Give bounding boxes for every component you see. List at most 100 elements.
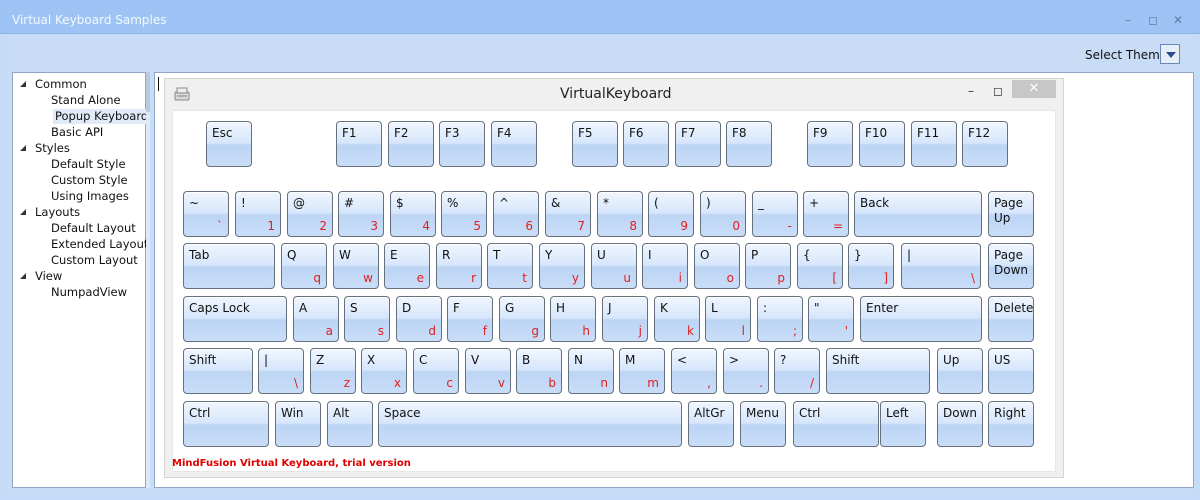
key[interactable]: Shift <box>183 348 253 394</box>
key[interactable]: :; <box>757 296 803 342</box>
tree-group-node[interactable]: Common <box>19 77 87 92</box>
key[interactable]: F2 <box>388 121 434 167</box>
key[interactable]: " ' <box>808 296 854 342</box>
key[interactable]: Page Down <box>988 243 1034 289</box>
close-button[interactable]: ✕ <box>1170 12 1186 28</box>
key[interactable]: F9 <box>807 121 853 167</box>
key[interactable]: Alt <box>327 401 373 447</box>
tree-leaf-node[interactable]: Custom Style <box>51 173 128 188</box>
key[interactable]: US <box>988 348 1034 394</box>
key[interactable]: Yy <box>539 243 585 289</box>
key[interactable]: Nn <box>568 348 614 394</box>
key[interactable]: Ww <box>333 243 379 289</box>
tree-expanded-icon[interactable] <box>19 272 27 280</box>
tree-expanded-icon[interactable] <box>19 144 27 152</box>
key[interactable]: Ctrl <box>793 401 879 447</box>
key[interactable]: Pp <box>745 243 791 289</box>
key[interactable]: Uu <box>591 243 637 289</box>
key[interactable]: Tab <box>183 243 275 289</box>
key[interactable]: Ff <box>447 296 493 342</box>
key[interactable]: ! 1 <box>235 191 281 237</box>
key[interactable]: Kk <box>654 296 700 342</box>
tree-leaf-node[interactable]: Custom Layout <box>51 253 138 268</box>
key[interactable]: Ii <box>642 243 688 289</box>
tree-group-node[interactable]: View <box>19 269 62 284</box>
key[interactable]: Xx <box>361 348 407 394</box>
tree-scrollbar[interactable] <box>146 72 150 488</box>
tree-group-node[interactable]: Styles <box>19 141 70 156</box>
key[interactable]: Vv <box>465 348 511 394</box>
tree-leaf-node[interactable]: Stand Alone <box>51 93 121 108</box>
key[interactable]: Shift <box>826 348 930 394</box>
key[interactable]: Ll <box>705 296 751 342</box>
key[interactable]: F11 <box>911 121 957 167</box>
key[interactable]: * 8 <box>597 191 643 237</box>
key[interactable]: Ctrl <box>183 401 269 447</box>
tree-leaf-node[interactable]: Default Layout <box>51 221 136 236</box>
key[interactable]: }] <box>848 243 894 289</box>
key[interactable]: Gg <box>499 296 545 342</box>
tree-leaf-node[interactable]: Extended Layout <box>51 237 148 252</box>
key[interactable]: F8 <box>726 121 772 167</box>
key[interactable]: ^ 6 <box>493 191 539 237</box>
key[interactable]: Hh <box>550 296 596 342</box>
key[interactable]: Cc <box>413 348 459 394</box>
key[interactable]: | \ <box>901 243 981 289</box>
tree-leaf-node[interactable]: Default Style <box>51 157 126 172</box>
key[interactable]: Ee <box>384 243 430 289</box>
select-theme-dropdown-button[interactable] <box>1160 44 1180 64</box>
key[interactable]: ) 0 <box>700 191 746 237</box>
tree-group-node[interactable]: Layouts <box>19 205 80 220</box>
key[interactable]: Bb <box>516 348 562 394</box>
key[interactable]: Enter <box>860 296 982 342</box>
key[interactable]: F12 <box>962 121 1008 167</box>
key[interactable]: Space <box>378 401 682 447</box>
key[interactable]: Tt <box>487 243 533 289</box>
key[interactable]: {[ <box>797 243 843 289</box>
key[interactable]: | \ <box>258 348 304 394</box>
key[interactable]: AltGr <box>688 401 734 447</box>
minimize-button[interactable]: – <box>1120 12 1136 28</box>
key[interactable]: (9 <box>648 191 694 237</box>
key[interactable]: F3 <box>439 121 485 167</box>
key[interactable]: Qq <box>281 243 327 289</box>
key[interactable]: >. <box>723 348 769 394</box>
key[interactable]: F7 <box>675 121 721 167</box>
key[interactable]: F10 <box>859 121 905 167</box>
key[interactable]: F1 <box>336 121 382 167</box>
key[interactable]: Caps Lock <box>183 296 287 342</box>
keyboard-minimize-button[interactable]: – <box>964 82 978 100</box>
key[interactable]: Ss <box>344 296 390 342</box>
key[interactable]: Mm <box>619 348 665 394</box>
key[interactable]: <, <box>671 348 717 394</box>
key[interactable]: Oo <box>694 243 740 289</box>
tree-leaf-node[interactable]: NumpadView <box>51 285 127 300</box>
key[interactable]: % 5 <box>441 191 487 237</box>
key[interactable]: Aa <box>293 296 339 342</box>
key[interactable]: F5 <box>572 121 618 167</box>
key[interactable]: + = <box>803 191 849 237</box>
key[interactable]: Down <box>937 401 983 447</box>
key[interactable]: & 7 <box>545 191 591 237</box>
key[interactable]: F4 <box>491 121 537 167</box>
key[interactable]: ~ ` <box>183 191 229 237</box>
key[interactable]: Back <box>854 191 982 237</box>
keyboard-close-button[interactable]: ✕ <box>1012 80 1056 98</box>
key[interactable]: Dd <box>396 296 442 342</box>
keyboard-maximize-button[interactable]: ◻ <box>990 82 1006 100</box>
tree-expanded-icon[interactable] <box>19 80 27 88</box>
key[interactable]: @2 <box>287 191 333 237</box>
tree-expanded-icon[interactable] <box>19 208 27 216</box>
key[interactable]: Left <box>880 401 926 447</box>
scrollbar-thumb[interactable] <box>146 72 150 112</box>
tree-leaf-node[interactable]: Using Images <box>51 189 129 204</box>
key[interactable]: Page Up <box>988 191 1034 237</box>
key[interactable]: Rr <box>436 243 482 289</box>
key[interactable]: Right <box>988 401 1034 447</box>
key[interactable]: $4 <box>390 191 436 237</box>
key[interactable]: _ - <box>752 191 798 237</box>
tree-leaf-node[interactable]: Popup Keyboard <box>53 109 151 124</box>
key[interactable]: Esc <box>206 121 252 167</box>
key[interactable]: Win <box>275 401 321 447</box>
key[interactable]: Delete <box>988 296 1034 342</box>
